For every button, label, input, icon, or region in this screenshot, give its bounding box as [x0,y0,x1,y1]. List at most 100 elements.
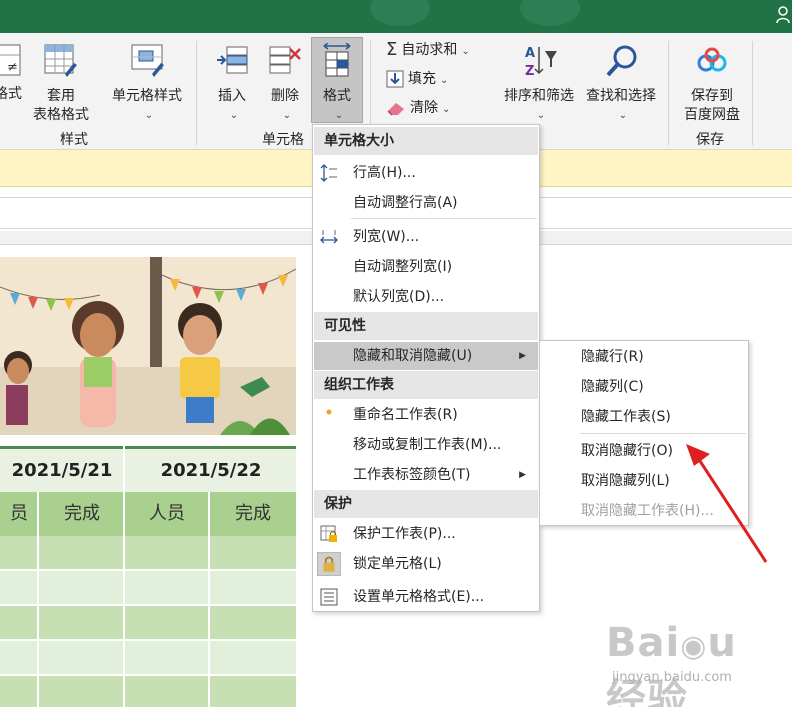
chevron-down-icon: ⌄ [536,110,546,121]
submenu-item-hide-sheet[interactable]: 隐藏工作表(S) [541,403,747,431]
cell-styles-button[interactable]: 单元格样式 ⌄ [106,43,188,125]
format-cells-dialog-icon [320,588,338,606]
chevron-down-icon: ⌄ [282,110,292,121]
column-header-row: 员 完成 人员 完成 [0,492,296,536]
table-row[interactable] [0,536,296,570]
insert-label: 插入 [218,88,246,104]
chevron-down-icon: ⌄ [334,110,344,121]
table-row[interactable] [0,606,296,640]
header-cell[interactable]: 员 [0,492,38,536]
find-select-label: 查找和选择 [586,88,656,104]
annotation-arrow [686,444,768,563]
svg-text:Z: Z [525,64,534,79]
menu-divider [351,218,537,219]
insert-button[interactable]: 插入 ⌄ [207,43,257,125]
group-divider [752,41,753,145]
menu-item-format-cells[interactable]: 设置单元格格式(E)... [314,583,538,611]
submenu-divider [580,433,746,434]
chevron-down-icon: ⌄ [618,110,628,121]
cell-styles-label: 单元格样式 [112,88,182,104]
header-cell[interactable]: 完成 [210,492,296,536]
section-protection: 保护 [314,490,538,518]
menu-item-tab-color[interactable]: 工作表标签颜色(T) ▶ [314,461,538,489]
format-as-table-label-1: 套用 [47,88,75,104]
account-icon[interactable] [776,6,790,24]
save-to-baidu-button[interactable]: 保存到 百度网盘 [676,43,748,125]
menu-item-label: 自动调整列宽(I) [353,259,453,275]
submenu-item-hide-columns[interactable]: 隐藏列(C) [541,373,747,401]
sigma-icon: Σ [386,39,398,60]
chevron-down-icon: ⌄ [442,104,451,115]
chevron-down-icon: ⌄ [461,46,470,57]
group-divider [668,41,669,145]
header-cell[interactable]: 人员 [126,492,208,536]
magnifier-icon [606,45,637,77]
menu-item-column-width[interactable]: 列宽(W)... [314,223,538,251]
column-divider [37,492,39,707]
menu-item-label: 列宽(W)... [353,229,420,245]
menu-item-label: 自动调整行高(A) [353,195,458,211]
section-visibility: 可见性 [314,312,538,340]
clear-button[interactable]: 清除 ⌄ [386,97,450,119]
save-to-baidu-label-1: 保存到 [691,88,733,104]
table-row[interactable] [0,641,296,675]
table-row[interactable] [0,676,296,707]
format-dropdown-menu: 单元格大小 行高(H)... 自动调整行高(A) 列宽(W)... 自动调整列宽… [312,124,540,612]
menu-item-label: 保护工作表(P)... [353,526,456,542]
menu-item-label: 工作表标签颜色(T) [353,467,471,483]
chevron-down-icon: ⌄ [440,75,449,86]
table-row[interactable] [0,571,296,605]
table-format-icon [44,44,77,77]
date-header-row: 2021/5/21 2021/5/22 [0,446,296,492]
menu-item-autofit-row-height[interactable]: 自动调整行高(A) [314,189,538,217]
menu-item-label: 重命名工作表(R) [353,407,458,423]
menu-item-label: 默认列宽(D)... [353,289,445,305]
data-table: 2021/5/21 2021/5/22 员 完成 人员 完成 [0,446,296,707]
group-divider [196,41,197,145]
menu-item-label: 隐藏和取消隐藏(U) [353,348,473,364]
date-cell[interactable]: 2021/5/22 [126,449,296,492]
fill-button[interactable]: 填充 ⌄ [386,68,448,90]
sort-az-icon: A Z [525,46,557,79]
menu-item-move-copy-sheet[interactable]: 移动或复制工作表(M)... [314,431,538,459]
sort-filter-label: 排序和筛选 [504,88,574,104]
format-button-content[interactable]: 格式 ⌄ [312,42,362,125]
family-picture [0,257,296,435]
header-cell[interactable]: 完成 [40,492,124,536]
submenu-arrow-icon: ▶ [519,351,526,361]
menu-item-autofit-column-width[interactable]: 自动调整列宽(I) [314,253,538,281]
sort-filter-button[interactable]: A Z 排序和筛选 ⌄ [498,43,580,125]
submenu-item-hide-rows[interactable]: 隐藏行(R) [541,343,747,371]
watermark-url: jingyan.baidu.com [612,670,732,685]
find-select-button[interactable]: 查找和选择 ⌄ [580,43,662,125]
insert-cells-icon [217,46,248,74]
conditional-format-label: 格式 [0,86,22,102]
menu-item-default-width[interactable]: 默认列宽(D)... [314,283,538,311]
chevron-down-icon: ⌄ [229,110,239,121]
conditional-format-button[interactable]: ≠ 格式 [0,43,30,104]
row-height-icon [320,164,337,182]
menu-item-rename-sheet[interactable]: 重命名工作表(R) [314,401,538,429]
eraser-icon [387,103,404,116]
menu-item-label: 锁定单元格(L) [353,556,442,572]
menu-item-row-height[interactable]: 行高(H)... [314,159,538,187]
autosum-button[interactable]: Σ 自动求和 ⌄ [386,39,470,61]
delete-button[interactable]: 删除 ⌄ [262,43,308,125]
protect-sheet-icon [320,525,337,542]
styles-group-label: 样式 [60,132,88,148]
menu-item-hide-unhide[interactable]: 隐藏和取消隐藏(U) ▶ [314,342,538,370]
delete-label: 删除 [271,88,299,104]
menu-item-protect-sheet[interactable]: 保护工作表(P)... [314,520,538,548]
clear-label: 清除 [410,100,438,116]
cartoon-illustration [0,257,296,435]
submenu-arrow-icon: ▶ [519,470,526,480]
column-width-icon [320,230,338,244]
menu-item-lock-cell[interactable]: 锁定单元格(L) [314,550,538,578]
fill-down-icon [386,70,404,88]
menu-item-label: 行高(H)... [353,165,416,181]
rename-dot-icon [326,409,332,415]
format-label: 格式 [323,88,351,104]
chevron-down-icon: ⌄ [144,110,154,121]
date-cell[interactable]: 2021/5/21 [0,449,124,492]
delete-cells-icon [269,46,301,74]
